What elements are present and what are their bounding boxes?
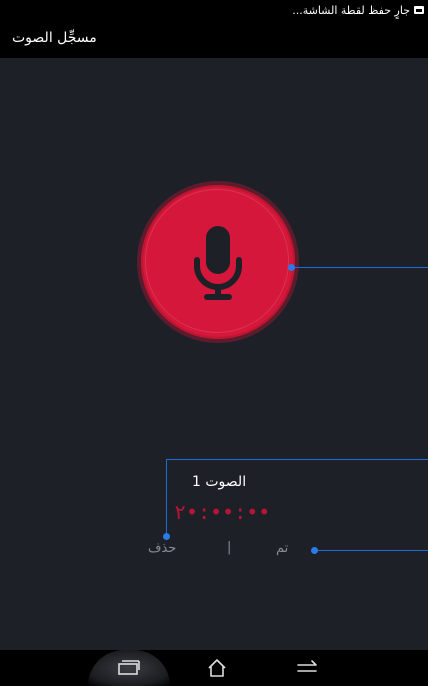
navigation-bar	[0, 650, 428, 686]
microphone-icon	[194, 226, 242, 300]
callout-dot-delete	[163, 533, 170, 540]
back-icon[interactable]	[294, 656, 322, 680]
delete-button[interactable]: حذف	[148, 541, 176, 556]
callout-line-delete-vertical	[166, 459, 167, 536]
home-icon[interactable]	[203, 656, 231, 680]
status-text: جارٍ حفظ لقطة الشاشة...	[292, 4, 410, 17]
callout-dot-done	[311, 547, 318, 554]
done-button[interactable]: تم	[276, 541, 288, 556]
recording-timer: ٢•:••:••	[174, 500, 271, 524]
status-bar: جارٍ حفظ لقطة الشاشة...	[0, 0, 428, 22]
callout-line-delete-horizontal	[166, 459, 428, 460]
callout-line-done	[315, 550, 428, 551]
app-title: مسجِّل الصوت	[12, 30, 97, 46]
app-bar: مسجِّل الصوت	[0, 22, 428, 58]
callout-dot-record	[288, 264, 295, 271]
main-area	[0, 58, 428, 650]
action-separator: |	[227, 540, 232, 555]
voice-recorder-screen: جارٍ حفظ لقطة الشاشة... مسجِّل الصوت الص…	[0, 0, 428, 686]
screenshot-icon	[414, 6, 424, 14]
recording-name: الصوت 1	[192, 474, 247, 490]
recent-apps-icon[interactable]	[115, 656, 143, 680]
callout-line-record	[292, 267, 428, 268]
